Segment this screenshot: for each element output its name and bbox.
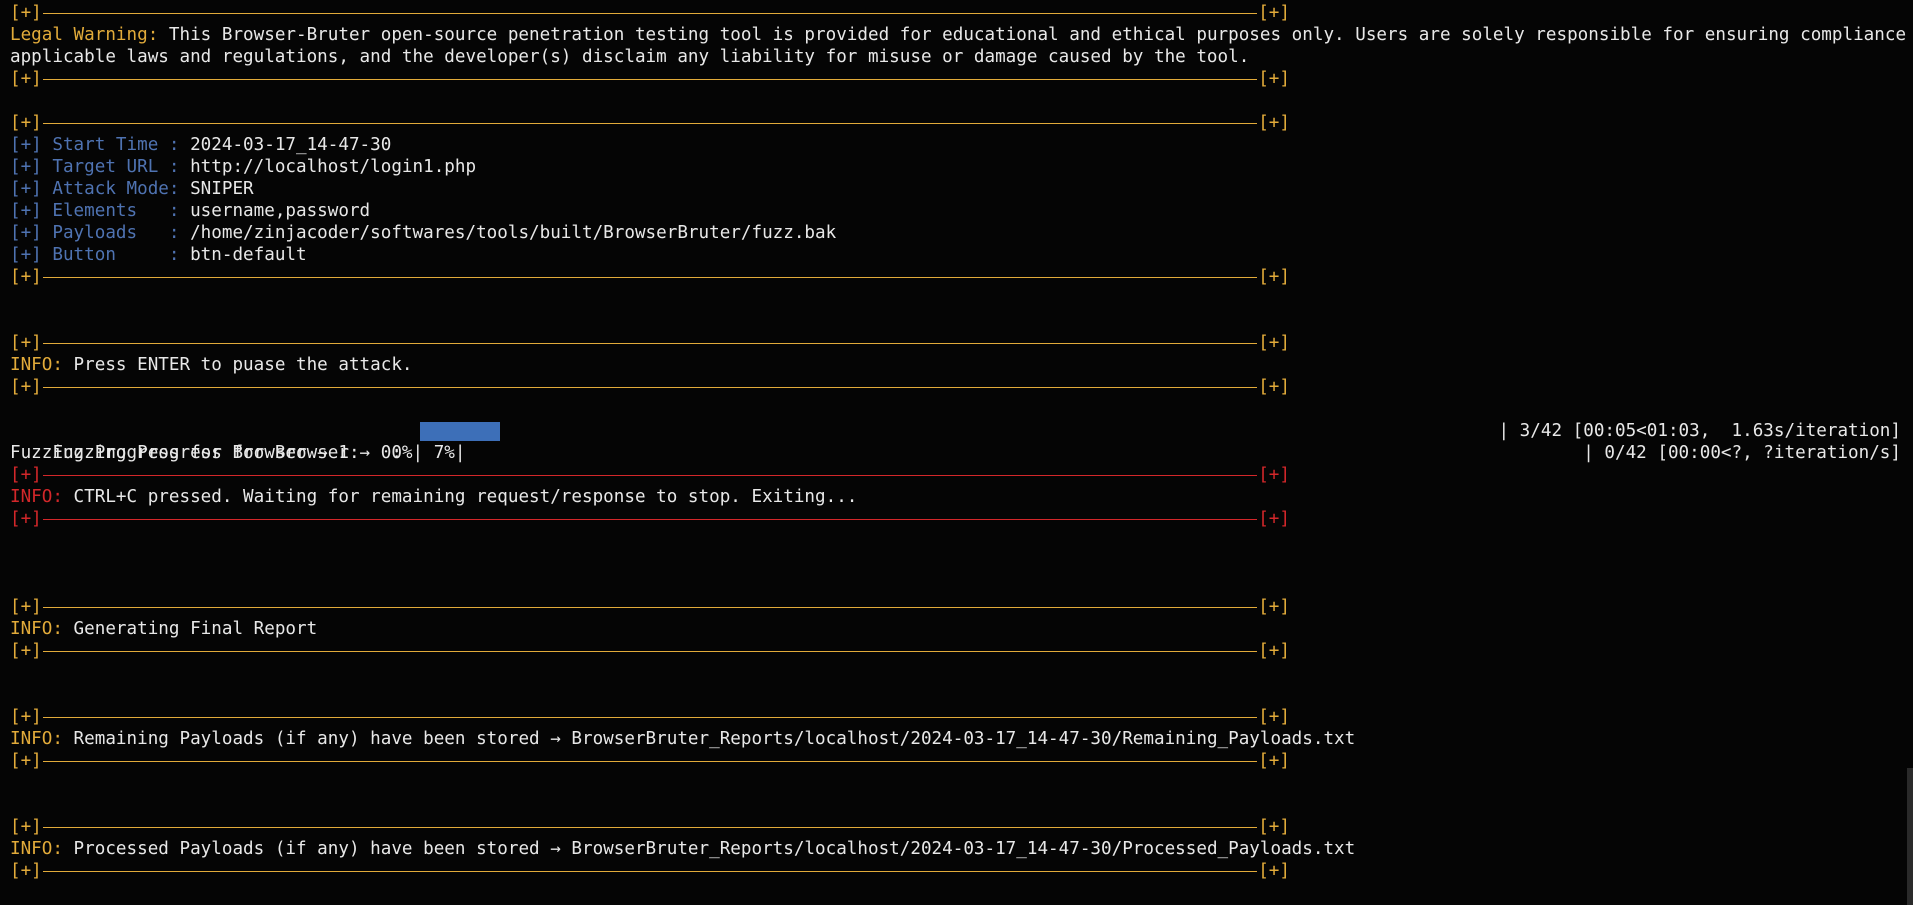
legal-warning-line-2: applicable laws and regulations, and the… xyxy=(10,47,1250,67)
progress-stats: | 0/42 [00:00<?, ?iteration/s] xyxy=(1583,443,1901,463)
config-button: [+] Button : btn-default xyxy=(10,245,307,265)
separator: [+] [+] xyxy=(10,267,1290,287)
legal-warning-text: This Browser-Bruter open-source penetrat… xyxy=(158,25,1913,45)
separator-red: [+] [+] xyxy=(10,465,1290,485)
info-report-line: INFO: Generating Final Report xyxy=(10,619,318,639)
separator: [+] [+] xyxy=(10,333,1290,353)
info-label: INFO: xyxy=(10,729,63,749)
progress-bar-fill xyxy=(420,422,500,441)
separator: [+] [+] xyxy=(10,707,1290,727)
config-start-time: [+] Start Time : 2024-03-17_14-47-30 xyxy=(10,135,392,155)
terminal-window[interactable]: [+] [+] Legal Warning: This Browser-Brute… xyxy=(0,0,1913,905)
config-target-url: [+] Target URL : http://localhost/login1… xyxy=(10,157,477,177)
info-ctrlc-line: INFO: CTRL+C pressed. Waiting for remain… xyxy=(10,487,858,507)
separator-red: [+] [+] xyxy=(10,509,1290,529)
info-label: INFO: xyxy=(10,839,63,859)
separator: [+] [+] xyxy=(10,597,1290,617)
legal-warning-label: Legal Warning: xyxy=(10,25,159,45)
config-attack-mode: [+] Attack Mode: SNIPER xyxy=(10,179,254,199)
separator: [+] [+] xyxy=(10,113,1290,133)
progress-row-browser-1: Fuzzing Progress for Browser → 1: 0%| xyxy=(10,442,423,464)
legal-warning-line-1: Legal Warning: This Browser-Bruter open-… xyxy=(10,24,1913,46)
progress-label: Fuzzing Progress for Browser → 1: 0%| xyxy=(10,443,424,463)
info-remaining-line: INFO: Remaining Payloads (if any) have b… xyxy=(10,729,1356,749)
info-pause-line: INFO: Press ENTER to puase the attack. xyxy=(10,355,413,375)
info-label: INFO: xyxy=(10,355,63,375)
separator: [+] [+] xyxy=(10,751,1290,771)
separator: [+] [+] xyxy=(10,861,1290,881)
info-processed-line: INFO: Processed Payloads (if any) have b… xyxy=(10,839,1356,859)
scrollbar-thumb[interactable] xyxy=(1907,768,1913,905)
config-elements: [+] Elements : username,password xyxy=(10,201,371,221)
separator-top: [+] [+] xyxy=(10,3,1290,23)
separator: [+] [+] xyxy=(10,377,1290,397)
separator: [+] [+] xyxy=(10,817,1290,837)
config-payloads: [+] Payloads : /home/zinjacoder/software… xyxy=(10,223,837,243)
info-label: INFO: xyxy=(10,487,63,507)
separator: [+] [+] xyxy=(10,641,1290,661)
progress-stats: | 3/42 [00:05<01:03, 1.63s/iteration] xyxy=(1498,421,1901,441)
separator: [+] [+] xyxy=(10,69,1290,89)
info-label: INFO: xyxy=(10,619,63,639)
